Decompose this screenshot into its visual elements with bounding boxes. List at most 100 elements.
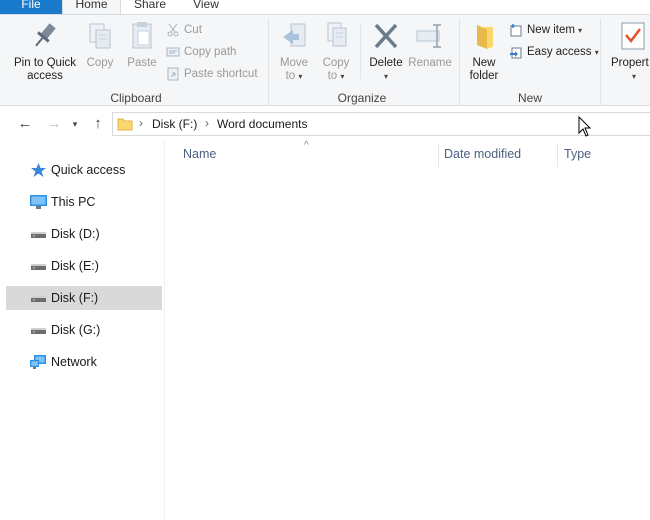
navigation-pane: Quick access This PC Disk (D:) Disk (E:) xyxy=(0,140,165,520)
drive-icon xyxy=(31,296,46,302)
new-item-label: New item xyxy=(527,24,575,36)
tab-home[interactable]: Home xyxy=(62,0,121,14)
delete-button[interactable]: Delete ▾ xyxy=(364,19,408,83)
paste-label: Paste xyxy=(127,57,157,69)
navigation-bar: ← → ▾ ↑ › Disk (F:) › Word documents xyxy=(0,111,650,137)
easy-access-icon xyxy=(510,47,522,59)
paste-shortcut-button[interactable]: Paste shortcut xyxy=(166,65,258,83)
up-arrow-icon: ↑ xyxy=(94,115,102,132)
pin-label-line1: Pin to Quick xyxy=(14,57,76,69)
forward-button[interactable]: → xyxy=(44,114,64,134)
rename-icon xyxy=(416,24,441,48)
move-to-label-line2: to ▾ xyxy=(285,70,303,82)
nav-item-label: Disk (D:) xyxy=(51,227,100,241)
nav-item-this-pc[interactable]: This PC xyxy=(6,190,162,214)
new-item-button[interactable]: New item ▾ xyxy=(509,21,582,39)
drive-icon xyxy=(31,264,46,270)
network-icon xyxy=(30,355,46,369)
new-folder-label-line1: New xyxy=(472,57,496,69)
properties-button[interactable]: Propert ▾ xyxy=(608,19,650,83)
up-button[interactable]: ↑ xyxy=(88,114,108,134)
tab-view[interactable]: View xyxy=(179,0,233,14)
cut-button[interactable]: Cut xyxy=(166,21,202,39)
pin-label-line2: access xyxy=(27,70,63,82)
ribbon-separator xyxy=(268,19,269,105)
move-to-button[interactable]: Move to ▾ xyxy=(274,19,314,83)
copy-button[interactable]: Copy xyxy=(82,19,118,70)
copy-to-button[interactable]: Copy to ▾ xyxy=(316,19,356,83)
new-item-icon xyxy=(510,23,522,37)
file-list-pane[interactable]: ^ Name Date modified Type xyxy=(166,140,650,520)
nav-item-label: Quick access xyxy=(51,163,126,177)
chevron-down-icon: ▾ xyxy=(72,119,78,129)
properties-dropdown-caret[interactable]: ▾ xyxy=(632,70,650,83)
column-header-name[interactable]: Name xyxy=(183,147,216,161)
breadcrumb-chevron-icon[interactable]: › xyxy=(205,116,209,130)
breadcrumb-chevron-icon[interactable]: › xyxy=(139,116,143,130)
pin-icon xyxy=(35,23,56,47)
copy-path-button[interactable]: Copy path xyxy=(166,43,236,61)
ribbon: Pin to Quick access Copy Paste Cut Copy … xyxy=(0,14,650,106)
breadcrumb-word-documents[interactable]: Word documents xyxy=(217,117,308,131)
nav-item-disk-d[interactable]: Disk (D:) xyxy=(6,222,162,246)
properties-label: Propert xyxy=(611,57,649,69)
delete-x-icon xyxy=(374,23,398,49)
drive-icon xyxy=(31,232,46,238)
nav-item-label: Disk (F:) xyxy=(51,291,99,305)
copy-path-icon xyxy=(166,47,180,57)
back-button[interactable]: ← xyxy=(15,114,35,134)
star-icon xyxy=(31,163,46,177)
nav-item-disk-g[interactable]: Disk (G:) xyxy=(6,318,162,342)
rename-button[interactable]: Rename xyxy=(408,19,452,70)
breadcrumb-disk-f[interactable]: Disk (F:) xyxy=(152,117,197,131)
ribbon-separator xyxy=(459,19,460,105)
easy-access-button[interactable]: Easy access ▾ xyxy=(509,43,599,61)
nav-item-network[interactable]: Network xyxy=(6,350,162,374)
cut-label: Cut xyxy=(184,24,202,36)
scissors-icon xyxy=(167,23,179,37)
forward-arrow-icon: → xyxy=(46,115,62,132)
column-divider[interactable] xyxy=(438,143,439,167)
drive-icon xyxy=(31,328,46,334)
folder-icon xyxy=(117,118,133,131)
copy-to-label-line1: Copy xyxy=(322,57,350,69)
column-divider[interactable] xyxy=(557,143,558,167)
organize-group-label: Organize xyxy=(337,91,387,105)
clipboard-group-label: Clipboard xyxy=(110,91,162,105)
copy-to-label-line2: to ▾ xyxy=(327,70,345,82)
clipboard-icon xyxy=(132,22,152,49)
sort-ascending-icon: ^ xyxy=(304,140,309,151)
back-arrow-icon: ← xyxy=(17,115,33,132)
tab-share[interactable]: Share xyxy=(121,0,179,14)
nav-item-label: Disk (G:) xyxy=(51,323,101,337)
paste-button[interactable]: Paste xyxy=(122,19,162,70)
delete-dropdown-caret[interactable]: ▾ xyxy=(364,70,408,83)
properties-icon xyxy=(621,22,645,50)
monitor-icon xyxy=(30,195,47,209)
move-to-icon xyxy=(283,23,306,47)
mouse-cursor-icon xyxy=(578,116,592,137)
ribbon-separator xyxy=(600,19,601,105)
nav-item-disk-e[interactable]: Disk (E:) xyxy=(6,254,162,278)
move-to-label-line1: Move xyxy=(279,57,309,69)
recent-locations-button[interactable]: ▾ xyxy=(68,114,82,134)
nav-item-label: Network xyxy=(51,355,97,369)
nav-item-label: This PC xyxy=(51,195,96,209)
new-folder-label-line2: folder xyxy=(469,70,499,82)
copy-label: Copy xyxy=(86,57,114,69)
pin-to-quick-access-button[interactable]: Pin to Quick access xyxy=(8,19,82,83)
address-bar[interactable]: › Disk (F:) › Word documents xyxy=(112,112,650,136)
paste-shortcut-icon xyxy=(167,67,179,81)
column-header-type[interactable]: Type xyxy=(564,147,591,161)
nav-item-disk-f[interactable]: Disk (F:) xyxy=(6,286,162,310)
easy-access-label: Easy access xyxy=(527,46,592,58)
copy-icon xyxy=(89,23,111,49)
new-folder-button[interactable]: New folder xyxy=(464,19,504,83)
nav-item-label: Disk (E:) xyxy=(51,259,99,273)
nav-item-quick-access[interactable]: Quick access xyxy=(6,158,162,182)
new-folder-icon xyxy=(477,25,493,49)
copy-path-label: Copy path xyxy=(184,46,237,58)
tab-file[interactable]: File xyxy=(0,0,62,14)
paste-shortcut-label: Paste shortcut xyxy=(184,68,258,80)
column-header-date-modified[interactable]: Date modified xyxy=(444,147,521,161)
